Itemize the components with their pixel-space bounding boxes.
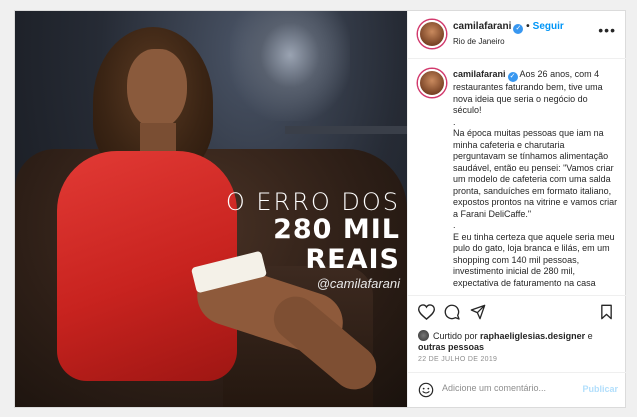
liker-avatar [418, 330, 429, 341]
verified-badge-icon: ✓ [513, 24, 524, 34]
author-avatar[interactable] [418, 20, 446, 48]
post-caption: camilafarani ✓ Aos 26 anos, com 4 restaur… [408, 59, 626, 295]
instagram-post-modal: O ERRO DOS 280 MIL REAIS @camilafarani c… [14, 10, 626, 408]
follow-button[interactable]: Seguir [533, 21, 564, 32]
background-light [230, 11, 350, 121]
caption-paragraph-3: E eu tinha certeza que aquele seria meu … [453, 231, 615, 288]
comment-bar: Publicar [408, 372, 626, 408]
author-username[interactable]: camilafarani [453, 21, 511, 32]
caption-separator-1: . [453, 116, 456, 127]
post-image[interactable]: O ERRO DOS 280 MIL REAIS @camilafarani [15, 11, 407, 407]
overlay-title-line1: O ERRO DOS [225, 188, 400, 216]
post-actions: Curtido por raphaeliglesias.designer e o… [408, 295, 626, 407]
woman-face [127, 49, 187, 129]
caption-text: camilafarani ✓ Aos 26 anos, com 4 restaur… [453, 69, 618, 289]
share-icon[interactable] [470, 304, 486, 320]
background-desk [285, 126, 407, 134]
post-header: camilafarani ✓ • Seguir Rio de Janeiro ••• [408, 11, 626, 59]
liked-by-username[interactable]: raphaeliglesias.designer [480, 331, 585, 341]
publish-button[interactable]: Publicar [582, 384, 618, 394]
image-overlay-text: O ERRO DOS 280 MIL REAIS @camilafarani [175, 189, 400, 293]
overlay-handle: @camilafarani [316, 276, 400, 291]
post-date[interactable]: 22 DE JULHO DE 2019 [418, 356, 497, 363]
action-icons-row [418, 304, 618, 322]
liked-by-summary: Curtido por raphaeliglesias.designer e o… [418, 330, 593, 352]
caption-author-avatar[interactable] [418, 69, 446, 97]
heart-icon[interactable] [418, 304, 435, 320]
caption-separator-2: . [453, 220, 456, 230]
caption-paragraph-2: Na época muitas pessoas que iam na minha… [453, 128, 618, 219]
bookmark-icon[interactable] [600, 304, 613, 320]
caption-username[interactable]: camilafarani [453, 69, 506, 79]
comment-input[interactable] [442, 383, 572, 393]
more-options-icon[interactable]: ••• [598, 23, 616, 37]
post-side-panel: camilafarani ✓ • Seguir Rio de Janeiro •••… [407, 11, 626, 407]
post-location[interactable]: Rio de Janeiro [453, 37, 505, 46]
emoji-icon[interactable] [418, 382, 434, 398]
overlay-title-line2: 280 MIL REAIS [273, 214, 400, 275]
liked-by-others-link[interactable]: outras pessoas [418, 342, 484, 352]
author-row: camilafarani ✓ • Seguir [453, 21, 564, 34]
caption-verified-badge-icon: ✓ [507, 72, 518, 82]
comment-icon[interactable] [444, 304, 460, 320]
